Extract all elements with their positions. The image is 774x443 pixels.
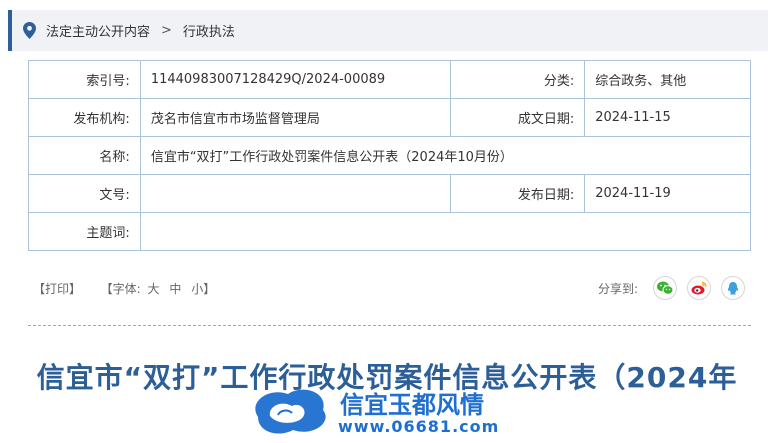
- font-small-button[interactable]: 小】: [191, 282, 215, 296]
- name-label: 名称:: [28, 136, 141, 175]
- font-medium-button[interactable]: 中: [169, 282, 181, 296]
- publisher-value: 茂名市信宜市市场监督管理局: [139, 98, 451, 137]
- published-date-label: 发布日期:: [449, 174, 586, 213]
- name-value: 信宜市“双打”工作行政处罚案件信息公开表（2024年10月份）: [139, 136, 752, 175]
- divider: [28, 325, 751, 326]
- breadcrumb: 法定主动公开内容 > 行政执法: [8, 10, 768, 51]
- index-value: 11440983007128429Q/2024-00089: [139, 60, 451, 99]
- published-date-value: 2024-11-19: [584, 174, 751, 213]
- category-value: 综合政务、其他: [584, 60, 751, 99]
- table-row: 索引号: 11440983007128429Q/2024-00089 分类: 综…: [28, 60, 751, 99]
- share-bar: 分享到:: [598, 276, 755, 300]
- doc-number-label: 文号:: [28, 174, 141, 213]
- font-size-label: 【字体:: [100, 282, 141, 296]
- qq-icon[interactable]: [721, 276, 746, 300]
- watermark-url: www.06681.com: [338, 417, 500, 436]
- table-row: 主题词:: [28, 212, 752, 251]
- table-row: 文号: 发布日期: 2024-11-19: [28, 174, 751, 213]
- article-toolbar: 【打印】 【字体: 大 中 小】: [33, 280, 218, 297]
- subject-label: 主题词:: [28, 212, 141, 251]
- wechat-icon[interactable]: [653, 276, 678, 300]
- watermark-text: 信宜玉都风情: [340, 391, 484, 419]
- breadcrumb-item-disclosure[interactable]: 法定主动公开内容: [46, 21, 150, 40]
- weibo-icon[interactable]: [687, 276, 712, 300]
- print-button[interactable]: 【打印】: [33, 282, 81, 296]
- created-date-value: 2024-11-15: [584, 98, 751, 137]
- share-label: 分享到:: [598, 281, 639, 296]
- category-label: 分类:: [449, 60, 586, 99]
- breadcrumb-item-enforcement[interactable]: 行政执法: [183, 21, 235, 40]
- chevron-right-icon: >: [161, 23, 172, 38]
- table-row: 名称: 信宜市“双打”工作行政处罚案件信息公开表（2024年10月份）: [28, 136, 752, 175]
- created-date-label: 成文日期:: [449, 98, 586, 137]
- table-row: 发布机构: 茂名市信宜市市场监督管理局 成文日期: 2024-11-15: [28, 98, 751, 137]
- location-pin-icon: [23, 22, 36, 39]
- index-label: 索引号:: [28, 60, 141, 99]
- font-large-button[interactable]: 大: [148, 282, 160, 296]
- document-meta-table: 索引号: 11440983007128429Q/2024-00089 分类: 综…: [28, 60, 752, 251]
- publisher-label: 发布机构:: [28, 98, 141, 137]
- doc-number-value: [139, 174, 451, 213]
- subject-value: [139, 212, 752, 251]
